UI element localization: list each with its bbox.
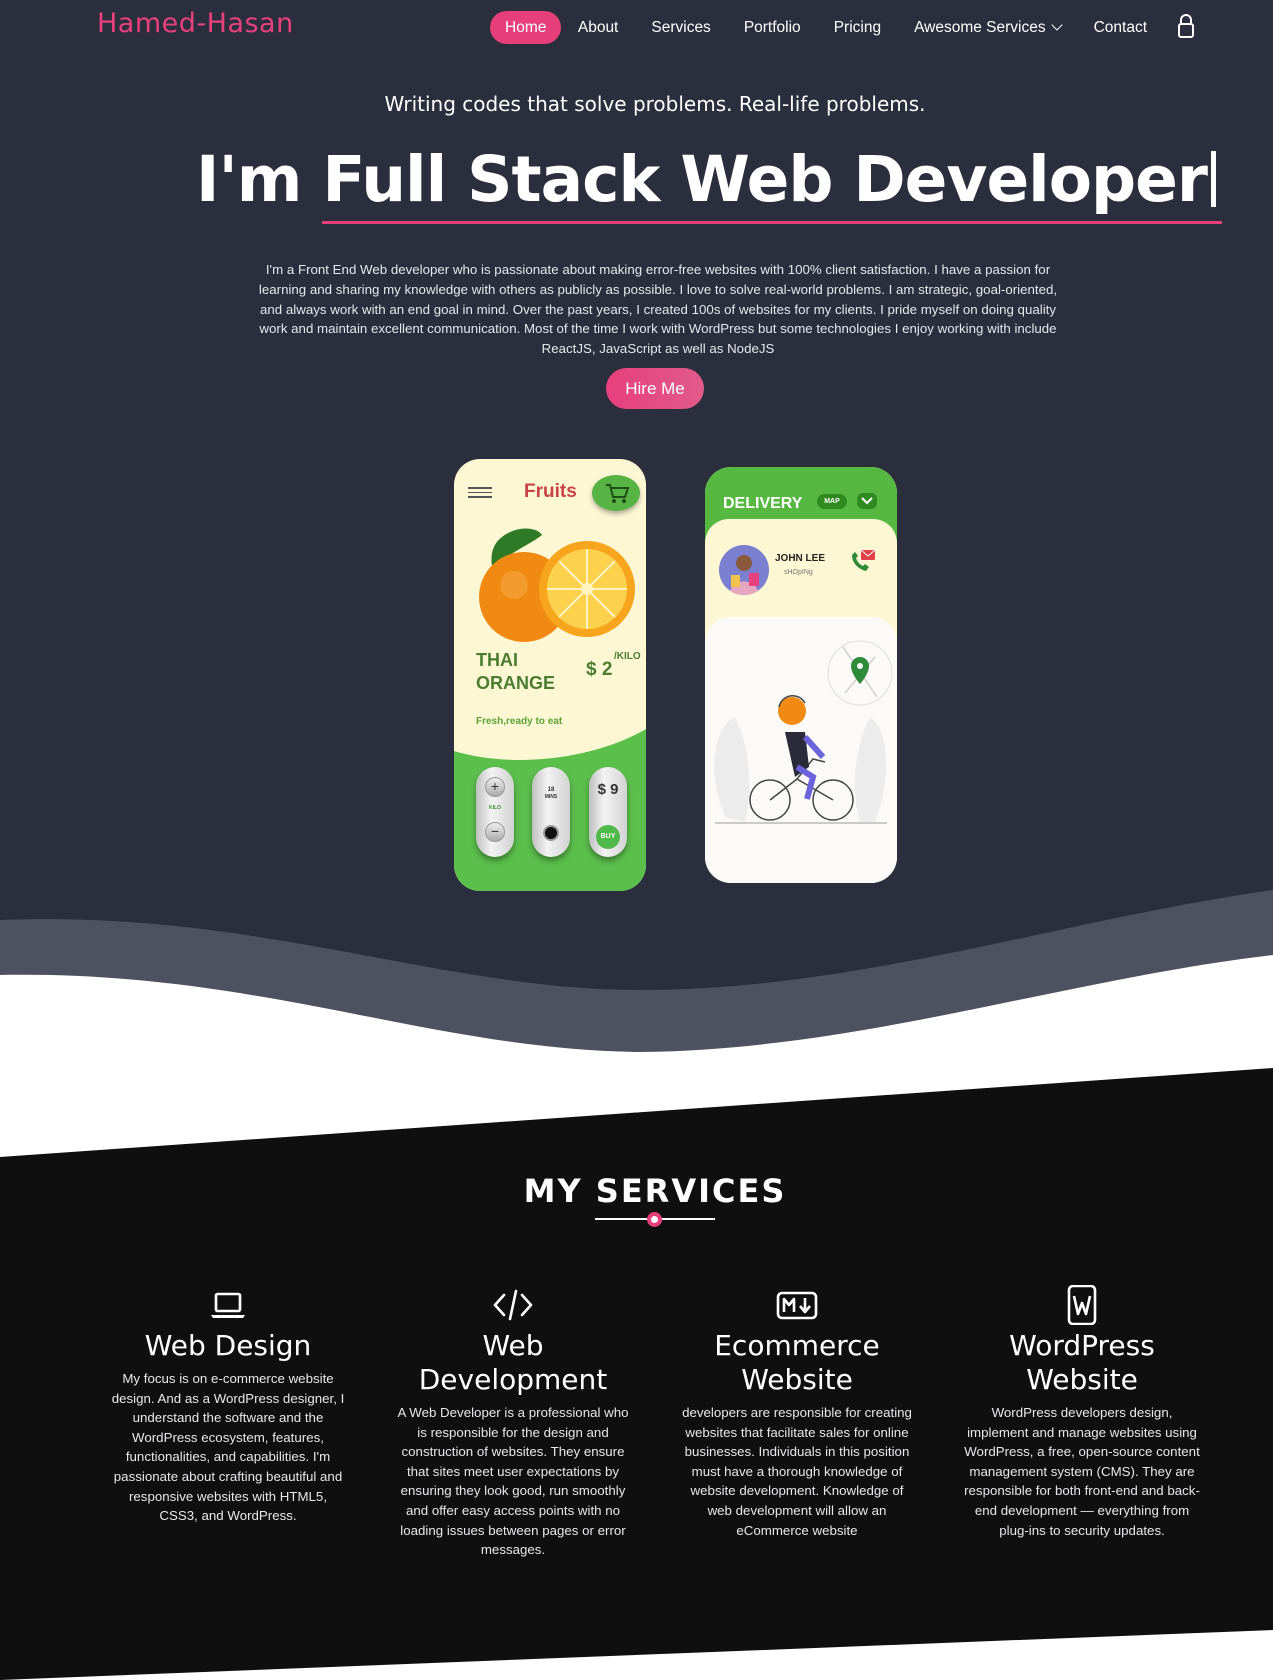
cyclist-illustration: [714, 640, 893, 824]
service-name: Web Development: [418, 1329, 608, 1396]
wordpress-file-icon: [1067, 1285, 1097, 1325]
service-card-wordpress: WordPress Website WordPress developers d…: [962, 1285, 1202, 1540]
nav-portfolio[interactable]: Portfolio: [727, 11, 817, 44]
delivery-app-mockup: DELIVERY MAP JOHN LEE sHOpINg: [705, 467, 897, 883]
nav-services[interactable]: Services: [635, 11, 727, 44]
service-name: Web Design: [144, 1329, 312, 1362]
service-description: A Web Developer is a professional who is…: [397, 1405, 629, 1558]
code-icon: [493, 1289, 533, 1321]
map-badge: MAP: [817, 494, 847, 509]
price-pill: $ 9 BUY: [589, 767, 627, 857]
fruit-unit: /KILO: [614, 651, 641, 662]
buy-badge: BUY: [596, 825, 620, 849]
hero-headline: I'm Full Stack Web Developer: [196, 143, 1222, 224]
hamburger-icon: [468, 487, 492, 501]
hero-tagline: Writing codes that solve problems. Real-…: [384, 92, 926, 116]
orange-fruit-image: [479, 528, 635, 642]
record-dot-icon: [543, 825, 559, 841]
chevron-down-icon: [1050, 19, 1063, 31]
delivery-illustration: [705, 617, 897, 883]
main-menu: Home About Services Portfolio Pricing Aw…: [490, 11, 1164, 44]
nav-contact[interactable]: Contact: [1077, 11, 1163, 44]
service-card-web-development: Web Development A Web Developer is a pro…: [393, 1285, 633, 1560]
hire-me-button[interactable]: Hire Me: [606, 368, 704, 409]
service-card-ecommerce: Ecommerce Website developers are respons…: [677, 1285, 917, 1540]
markdown-icon: [776, 1291, 818, 1320]
service-card-web-design: Web Design My focus is on e-commerce web…: [108, 1285, 348, 1526]
nav-home[interactable]: Home: [490, 11, 562, 44]
services-title: MY SERVICES: [523, 1172, 787, 1210]
typed-role: Full Stack Web Developer: [322, 143, 1222, 224]
minus-icon: −: [485, 822, 505, 842]
hero-wave-divider: [0, 880, 1273, 1060]
time-pill: 18 MINS: [532, 767, 570, 857]
hero-bio: I'm a Front End Web developer who is pas…: [258, 262, 1058, 357]
plus-icon: +: [485, 777, 505, 797]
typing-caret: [1210, 151, 1216, 207]
quantity-pill: + KILO −: [476, 767, 514, 857]
service-description: My focus is on e-commerce website design…: [111, 1371, 345, 1524]
nav-awesome-services[interactable]: Awesome Services: [898, 11, 1078, 44]
service-name: Ecommerce Website: [714, 1329, 880, 1396]
site-logo[interactable]: Hamed-Hasan: [97, 8, 294, 39]
laptop-icon: [211, 1292, 245, 1318]
cart-icon: [592, 475, 640, 511]
service-description: developers are responsible for creating …: [682, 1405, 912, 1538]
fruit-name: THAI ORANGE: [476, 650, 556, 693]
fruit-tagline: Fresh,ready to eat: [476, 716, 563, 727]
fruit-app-mockup: Fruits THAI ORANGE $ 2 /KILO Fresh,ready …: [454, 459, 646, 891]
chevron-down-icon: [857, 493, 877, 509]
customer-name: JOHN LEE: [775, 553, 826, 564]
title-underline-dot: [647, 1212, 662, 1227]
lock-icon[interactable]: [1177, 13, 1195, 39]
nav-pricing[interactable]: Pricing: [817, 11, 897, 44]
fruit-app-title: Fruits: [524, 481, 577, 502]
avatar: [719, 545, 769, 595]
service-name: WordPress Website: [1009, 1329, 1155, 1396]
delivery-title: DELIVERY: [723, 495, 803, 512]
phone-mail-icon: [852, 549, 876, 571]
nav-about[interactable]: About: [561, 11, 635, 44]
navbar: Hamed-Hasan Home About Services Portfoli…: [0, 0, 1273, 54]
customer-status: sHOpINg: [784, 569, 813, 576]
fruit-price: $ 2: [586, 659, 613, 680]
service-description: WordPress developers design, implement a…: [964, 1405, 1200, 1538]
